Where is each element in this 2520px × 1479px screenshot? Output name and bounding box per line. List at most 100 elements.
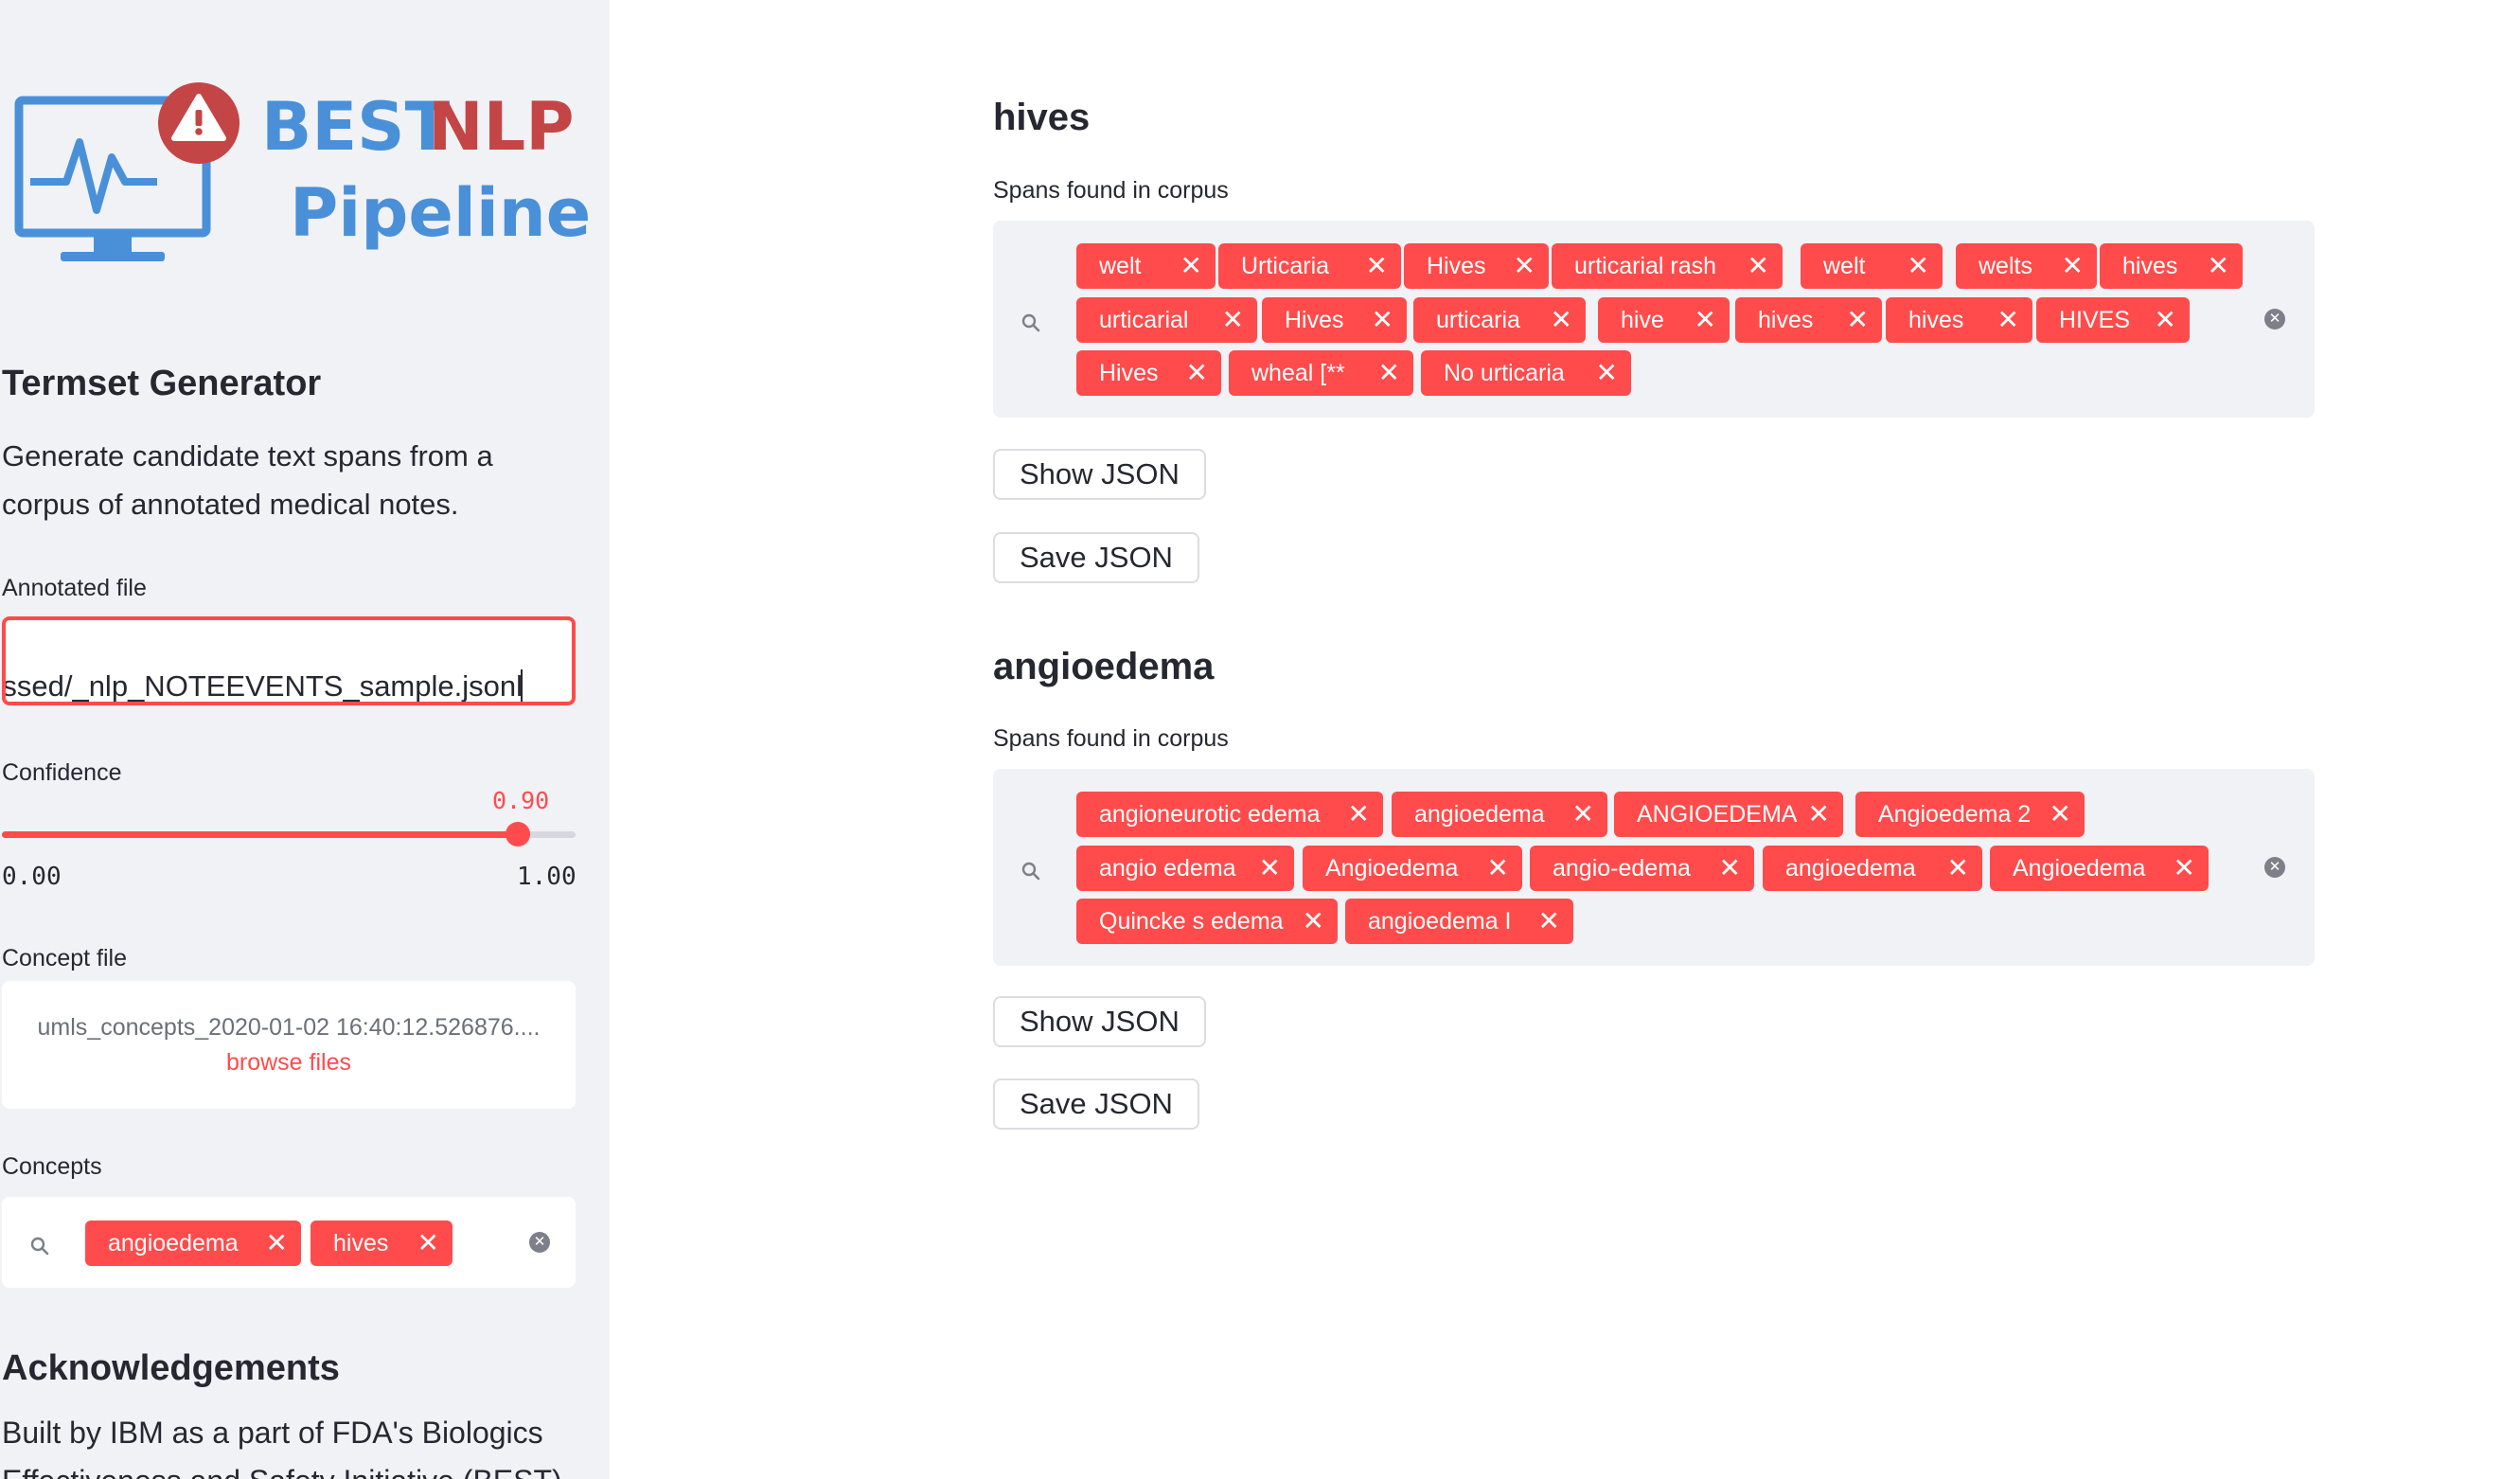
remove-tag-icon[interactable]: ✕ — [266, 1221, 288, 1266]
span-tag[interactable]: Hives ✕ — [1076, 350, 1221, 396]
remove-tag-icon[interactable]: ✕ — [1186, 350, 1208, 396]
show-json-button[interactable]: Show JSON — [993, 996, 1206, 1047]
span-tag[interactable]: wheal [** ✕ — [1229, 350, 1413, 396]
span-tag[interactable]: angioedema I ✕ — [1345, 899, 1573, 944]
remove-tag-icon[interactable]: ✕ — [1596, 350, 1618, 396]
concept-tag[interactable]: angioedema ✕ — [85, 1221, 301, 1266]
spans-multiselect-angioedema[interactable]: angioneurotic edema ✕ angioedema ✕ ANGIOED… — [993, 769, 2315, 966]
remove-tag-icon[interactable]: ✕ — [1551, 297, 1572, 343]
span-tag[interactable]: angioedema ✕ — [1763, 846, 1982, 891]
span-tag-label: Quincke s edema — [1099, 908, 1284, 935]
acknowledgements-title: Acknowledgements — [2, 1348, 340, 1388]
span-tag[interactable]: Hives ✕ — [1404, 243, 1549, 289]
span-tag-label: Hives — [1285, 307, 1344, 333]
concepts-multiselect[interactable]: angioedema ✕ hives ✕ ✕ — [2, 1197, 576, 1288]
span-tag-label: urticarial — [1099, 307, 1189, 333]
remove-tag-icon[interactable]: ✕ — [1748, 243, 1769, 289]
span-tag[interactable]: hive ✕ — [1598, 297, 1730, 343]
spans-multiselect-hives[interactable]: welt ✕ Urticaria ✕ Hives ✕ urticarial rash ✕… — [993, 221, 2315, 418]
span-tag-label: wheal [** — [1251, 360, 1345, 386]
remove-tag-icon[interactable]: ✕ — [2208, 243, 2229, 289]
confidence-min: 0.00 — [2, 863, 62, 891]
remove-tag-icon[interactable]: ✕ — [1808, 792, 1830, 837]
span-tag[interactable]: angio-edema ✕ — [1530, 846, 1754, 891]
sidebar-description: Generate candidate text spans from a cor… — [2, 439, 493, 521]
span-tag[interactable]: welts ✕ — [1956, 243, 2097, 289]
remove-tag-icon[interactable]: ✕ — [1908, 243, 1929, 289]
remove-tag-icon[interactable]: ✕ — [2050, 792, 2071, 837]
save-json-button[interactable]: Save JSON — [993, 532, 1199, 583]
annotated-file-value: ѕsed/_nlp_NOTEEVENTS_sample.jsonl — [2, 669, 523, 703]
concept-tag[interactable]: hives ✕ — [311, 1221, 453, 1266]
span-tag-label: angioedema — [1414, 801, 1545, 828]
span-tag[interactable]: Angioedema 2 ✕ — [1855, 792, 2085, 837]
remove-tag-icon[interactable]: ✕ — [1366, 243, 1388, 289]
remove-tag-icon[interactable]: ✕ — [1695, 297, 1716, 343]
span-tag[interactable]: ANGIOEDEMA ✕ — [1614, 792, 1843, 837]
span-tag[interactable]: hives ✕ — [2100, 243, 2243, 289]
span-tag[interactable]: urticarial ✕ — [1076, 297, 1257, 343]
span-tag[interactable]: HIVES ✕ — [2036, 297, 2190, 343]
span-tag[interactable]: Quincke s edema ✕ — [1076, 899, 1338, 944]
remove-tag-icon[interactable]: ✕ — [1259, 846, 1281, 891]
logo-best: BEST — [261, 88, 451, 166]
span-tag[interactable]: Angioedema ✕ — [1303, 846, 1522, 891]
span-tag[interactable]: angioedema ✕ — [1392, 792, 1607, 837]
remove-tag-icon[interactable]: ✕ — [1538, 899, 1560, 944]
span-tag-label: Hives — [1427, 253, 1486, 279]
confidence-slider-thumb[interactable] — [506, 822, 531, 846]
concept-tag-label: angioedema — [108, 1230, 239, 1256]
span-tag[interactable]: No urticaria ✕ — [1421, 350, 1631, 396]
span-tag[interactable]: Urticaria ✕ — [1218, 243, 1401, 289]
confidence-slider[interactable] — [2, 822, 576, 846]
browse-files-link[interactable]: browse files — [2, 1049, 576, 1077]
remove-tag-icon[interactable]: ✕ — [1180, 243, 1202, 289]
concept-tag-label: hives — [333, 1230, 389, 1256]
span-tag-label: hives — [2122, 253, 2178, 279]
remove-tag-icon[interactable]: ✕ — [417, 1221, 439, 1266]
show-json-button[interactable]: Show JSON — [993, 449, 1206, 500]
logo-pipeline: Pipeline — [290, 174, 592, 252]
acknowledgements-text: Built by IBM as a part of FDA's Biologic… — [2, 1416, 562, 1479]
concept-file-label: Concept file — [2, 945, 128, 971]
remove-tag-icon[interactable]: ✕ — [1372, 297, 1393, 343]
remove-tag-icon[interactable]: ✕ — [1222, 297, 1244, 343]
span-tag[interactable]: hives ✕ — [1886, 297, 2032, 343]
span-tag[interactable]: Angioedema ✕ — [1990, 846, 2209, 891]
remove-tag-icon[interactable]: ✕ — [1487, 846, 1509, 891]
clear-all-icon[interactable]: ✕ — [2264, 309, 2285, 330]
remove-tag-icon[interactable]: ✕ — [1303, 899, 1324, 944]
span-tag-label: No urticaria — [1444, 360, 1565, 386]
remove-tag-icon[interactable]: ✕ — [2174, 846, 2195, 891]
section-title-angioedema: angioedema — [993, 646, 1215, 687]
logo-nlp: NLP — [428, 88, 575, 166]
clear-all-icon[interactable]: ✕ — [2264, 857, 2285, 878]
annotated-file-input[interactable]: ѕsed/_nlp_NOTEEVENTS_sample.jsonl — [2, 616, 576, 705]
span-tag[interactable]: welt ✕ — [1076, 243, 1216, 289]
span-tag[interactable]: welt ✕ — [1801, 243, 1943, 289]
remove-tag-icon[interactable]: ✕ — [2062, 243, 2084, 289]
span-tag[interactable]: angio edema ✕ — [1076, 846, 1294, 891]
span-tag[interactable]: angioneurotic edema ✕ — [1076, 792, 1383, 837]
span-tag-label: welts — [1979, 253, 2032, 279]
confidence-max: 1.00 — [517, 863, 577, 891]
remove-tag-icon[interactable]: ✕ — [1847, 297, 1869, 343]
remove-tag-icon[interactable]: ✕ — [1572, 792, 1594, 837]
remove-tag-icon[interactable]: ✕ — [1947, 846, 1969, 891]
remove-tag-icon[interactable]: ✕ — [1378, 350, 1400, 396]
span-tag[interactable]: urticaria ✕ — [1413, 297, 1586, 343]
span-tag[interactable]: hives ✕ — [1735, 297, 1882, 343]
monitor-heartbeat-warning-icon — [14, 82, 240, 261]
remove-tag-icon[interactable]: ✕ — [1514, 243, 1535, 289]
clear-all-icon[interactable]: ✕ — [529, 1232, 550, 1253]
remove-tag-icon[interactable]: ✕ — [1719, 846, 1741, 891]
span-tag[interactable]: urticarial rash ✕ — [1552, 243, 1783, 289]
remove-tag-icon[interactable]: ✕ — [2155, 297, 2176, 343]
span-tag-label: ANGIOEDEMA — [1637, 801, 1798, 828]
span-tag-label: hives — [1758, 307, 1814, 333]
span-tag[interactable]: Hives ✕ — [1262, 297, 1407, 343]
concept-file-uploader[interactable]: umls_concepts_2020-01-02 16:40:12.526876… — [2, 981, 576, 1109]
remove-tag-icon[interactable]: ✕ — [1997, 297, 2019, 343]
save-json-button[interactable]: Save JSON — [993, 1078, 1199, 1130]
remove-tag-icon[interactable]: ✕ — [1348, 792, 1370, 837]
